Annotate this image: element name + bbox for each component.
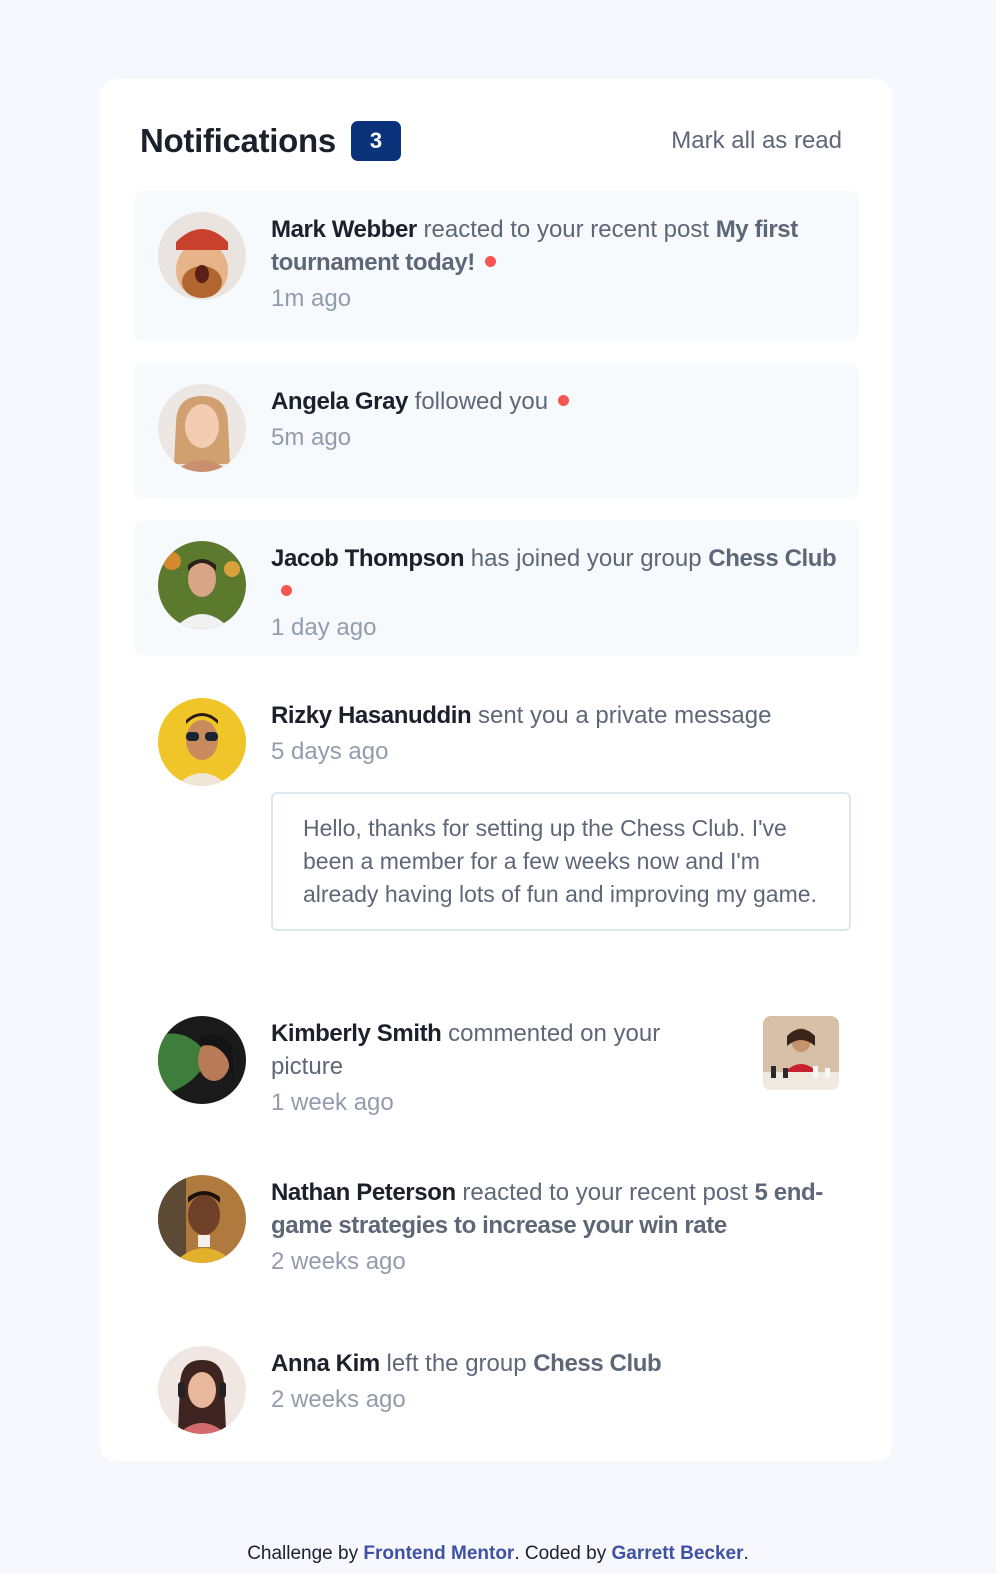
avatar[interactable] xyxy=(158,1346,246,1434)
avatar[interactable] xyxy=(158,384,246,472)
unread-dot xyxy=(558,395,570,407)
user-name[interactable]: Angela Gray xyxy=(271,388,408,415)
avatar-jacob-thompson-icon xyxy=(158,541,246,629)
notification-item[interactable]: Mark Webber reacted to your recent post … xyxy=(134,191,859,341)
notification-content: Nathan Peterson reacted to your recent p… xyxy=(271,1176,839,1276)
avatar[interactable] xyxy=(158,212,246,300)
avatar-nathan-peterson-icon xyxy=(158,1175,246,1263)
avatar[interactable] xyxy=(158,1175,246,1263)
user-name[interactable]: Rizky Hasanuddin xyxy=(271,702,472,729)
action-text: has joined your group xyxy=(464,545,709,572)
unread-count-badge: 3 xyxy=(350,121,401,161)
notifications-header: Notifications 3 Mark all as read xyxy=(140,119,842,163)
mark-all-read-button[interactable]: Mark all as read xyxy=(671,127,842,155)
timestamp: 1 day ago xyxy=(271,614,377,641)
user-name[interactable]: Nathan Peterson xyxy=(271,1179,456,1206)
private-message[interactable]: Hello, thanks for setting up the Chess C… xyxy=(271,792,851,931)
author-link[interactable]: Garrett Becker xyxy=(612,1543,744,1564)
timestamp: 1m ago xyxy=(271,285,352,312)
user-name[interactable]: Jacob Thompson xyxy=(271,545,464,572)
notification-content: Jacob Thompson has joined your group Che… xyxy=(271,542,839,642)
user-name[interactable]: Kimberly Smith xyxy=(271,1020,442,1047)
avatar-angela-gray-icon xyxy=(158,384,246,472)
unread-dot xyxy=(281,585,292,597)
notification-text: Nathan Peterson reacted to your recent p… xyxy=(271,1176,839,1242)
footer-prefix: Challenge by xyxy=(247,1543,364,1564)
notification-content: Kimberly Smith commented on your picture… xyxy=(271,1017,729,1117)
action-text: left the group xyxy=(379,1350,534,1377)
notification-text: Mark Webber reacted to your recent post … xyxy=(271,213,839,279)
chess-picture-icon xyxy=(763,1016,839,1090)
timestamp: 5m ago xyxy=(271,424,352,451)
notification-content: Angela Gray followed you 5m ago xyxy=(271,385,839,452)
user-name[interactable]: Mark Webber xyxy=(271,216,417,243)
page-title: Notifications xyxy=(140,122,336,159)
avatar-mark-webber-icon xyxy=(158,212,246,300)
notification-item[interactable]: Rizky Hasanuddin sent you a private mess… xyxy=(134,677,859,977)
timestamp: 2 weeks ago xyxy=(271,1386,406,1413)
group-link[interactable]: Chess Club xyxy=(533,1350,661,1377)
avatar[interactable] xyxy=(158,541,246,629)
avatar-kimberly-smith-icon xyxy=(158,1016,246,1104)
timestamp: 1 week ago xyxy=(271,1089,394,1116)
notification-text: Anna Kim left the group Chess Club xyxy=(271,1347,839,1380)
action-text: followed you xyxy=(408,388,549,415)
unread-dot xyxy=(484,256,496,268)
timestamp: 2 weeks ago xyxy=(271,1248,406,1275)
commented-picture[interactable] xyxy=(763,1016,839,1090)
notification-item[interactable]: Angela Gray followed you 5m ago xyxy=(134,363,859,499)
frontend-mentor-link[interactable]: Frontend Mentor xyxy=(363,1543,514,1564)
notification-text: Kimberly Smith commented on your picture xyxy=(271,1017,729,1083)
notification-content: Anna Kim left the group Chess Club 2 wee… xyxy=(271,1347,839,1414)
notification-content: Rizky Hasanuddin sent you a private mess… xyxy=(271,699,839,766)
group-link[interactable]: Chess Club xyxy=(708,545,836,572)
notification-item[interactable]: Kimberly Smith commented on your picture… xyxy=(134,995,859,1135)
user-name[interactable]: Anna Kim xyxy=(271,1350,380,1377)
avatar[interactable] xyxy=(158,698,246,786)
notification-text: Angela Gray followed you xyxy=(271,385,839,418)
action-text: reacted to your recent post xyxy=(455,1179,755,1206)
avatar[interactable] xyxy=(158,1016,246,1104)
attribution-footer: Challenge by Frontend Mentor. Coded by G… xyxy=(0,1543,996,1565)
footer-middle: . Coded by xyxy=(514,1543,612,1564)
notifications-card: Notifications 3 Mark all as read Mark We… xyxy=(100,79,892,1461)
notification-content: Mark Webber reacted to your recent post … xyxy=(271,213,839,313)
avatar-anna-kim-icon xyxy=(158,1346,246,1434)
notification-text: Jacob Thompson has joined your group Che… xyxy=(271,542,839,608)
notification-text: Rizky Hasanuddin sent you a private mess… xyxy=(271,699,839,732)
avatar-rizky-hasanuddin-icon xyxy=(158,698,246,786)
action-text: sent you a private message xyxy=(471,702,772,729)
footer-suffix: . xyxy=(743,1543,749,1564)
notification-item[interactable]: Anna Kim left the group Chess Club 2 wee… xyxy=(134,1325,859,1455)
notification-item[interactable]: Nathan Peterson reacted to your recent p… xyxy=(134,1154,859,1304)
action-text: reacted to your recent post xyxy=(416,216,716,243)
notification-item[interactable]: Jacob Thompson has joined your group Che… xyxy=(134,520,859,656)
timestamp: 5 days ago xyxy=(271,738,389,765)
title-wrap: Notifications 3 xyxy=(140,121,401,161)
